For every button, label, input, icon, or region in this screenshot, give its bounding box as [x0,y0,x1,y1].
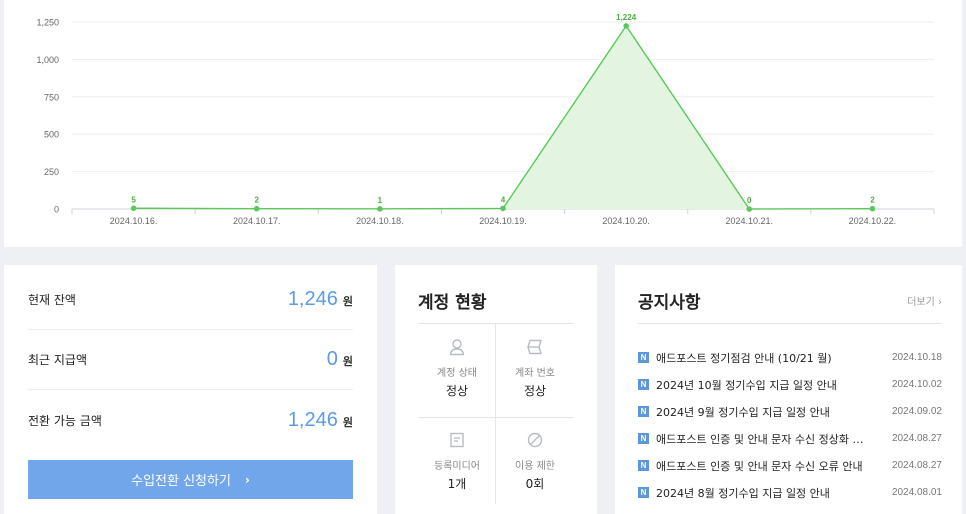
account-status-card: 계정 현황 계정 상태 정상 계좌 번호 정상 등록미디어 1개 이용 제한 0 [395,265,597,514]
user-icon [449,339,465,356]
notice-more-link[interactable]: 더보기 › [907,293,942,308]
usage-restriction-value: 0회 [525,477,545,491]
notice-list: N 애드포스트 정기점검 안내 (10/21 월) 2024.10.18 N 2… [638,344,942,506]
current-balance-unit: 원 [342,295,353,308]
daily-revenue-chart: 02505007501,0001,2502024.10.16. 2024.10.1… [36,13,935,226]
new-badge-icon: N [638,352,649,363]
notice-item-title[interactable]: 2024년 9월 정기수입 지급 일정 안내 [656,404,868,420]
bank-account-cell: 계좌 번호 정상 [496,324,574,417]
account-status-title: 계정 현황 [418,293,487,313]
convertible-amount-unit: 원 [342,415,353,429]
data-point [253,205,260,212]
divider [418,417,574,418]
current-balance-row: 현재 잔액 1,246 원 [28,270,353,330]
data-label: 4 [501,195,506,204]
notice-title: 공지사항 [638,293,701,313]
account-state-value: 정상 [445,384,469,398]
data-label: 1,224 [616,13,637,22]
notice-item[interactable]: N 애드포스트 인증 및 안내 문자 수신 오류 안내 2024.08.27 [638,452,942,479]
data-point [746,206,753,212]
account-state-cell: 계정 상태 정상 [418,324,496,417]
data-label: 0 [747,196,752,205]
x-tick-label: 2024.10.17. [233,216,281,226]
income-conversion-button[interactable]: 수입전환 신청하기 › [28,460,353,499]
convertible-amount-row: 전환 가능 금액 1,246 원 [28,390,353,450]
notice-item-date: 2024.08.27 [891,460,942,471]
notice-item[interactable]: N 2024년 10월 정기수입 지급 일정 안내 2024.10.02 [638,371,942,398]
recent-payout-label: 최근 지급액 [28,353,88,367]
recent-payout-row: 최근 지급액 0 원 [28,330,353,390]
bank-account-label: 계좌 번호 [515,368,555,379]
current-balance-value: 1,246 [287,288,338,310]
x-tick-label: 2024.10.18. [356,216,404,226]
convertible-amount-value: 1,246 [287,408,338,431]
new-badge-icon: N [638,433,649,444]
data-point [130,205,137,212]
y-tick-label: 250 [44,167,59,177]
chevron-right-icon: › [244,472,250,487]
y-tick-label: 1,250 [36,18,59,28]
notice-item-title[interactable]: 애드포스트 인증 및 안내 문자 수신 오류 안내 [656,458,868,474]
recent-payout-unit: 원 [342,355,353,368]
x-tick-label: 2024.10.21. [726,216,774,226]
notice-item-date: 2024.10.18 [891,352,942,363]
usage-restriction-cell: 이용 제한 0회 [496,417,574,510]
registered-media-value: 1개 [447,477,467,491]
y-tick-label: 0 [54,205,59,215]
new-badge-icon: N [638,406,649,417]
notice-card: 공지사항 더보기 › N 애드포스트 정기점검 안내 (10/21 월) 202… [615,265,962,514]
notice-item-date: 2024.09.02 [891,406,942,417]
balance-card: 현재 잔액 1,246 원 최근 지급액 0 원 전환 가능 금액 1,246 … [4,265,377,514]
x-tick-label: 2024.10.19. [479,216,527,226]
data-point [623,23,629,29]
data-point [500,205,506,212]
data-label: 5 [131,195,136,204]
data-label: 2 [254,196,259,205]
convertible-amount-label: 전환 가능 금액 [28,413,102,428]
notice-item[interactable]: N 2024년 9월 정기수입 지급 일정 안내 2024.09.02 [638,398,942,425]
usage-restriction-label: 이용 제한 [515,461,555,472]
divider [638,323,942,324]
x-tick-label: 2024.10.16. [110,216,158,226]
y-tick-label: 500 [44,130,59,140]
notice-item-date: 2024.10.02 [891,379,942,390]
y-tick-label: 1,000 [36,55,59,65]
account-state-label: 계정 상태 [437,368,477,379]
data-label: 2 [870,196,875,205]
notice-item[interactable]: N 애드포스트 인증 및 안내 문자 수신 정상화 … 2024.08.27 [638,425,942,452]
bank-account-value: 정상 [523,384,547,398]
bank-icon [527,339,542,355]
data-point [377,206,383,212]
notice-item[interactable]: N 애드포스트 정기점검 안내 (10/21 월) 2024.10.18 [638,344,942,371]
current-balance-label: 현재 잔액 [28,293,76,307]
notice-item-title[interactable]: 2024년 8월 정기수입 지급 일정 안내 [656,485,868,501]
series-line [133,24,873,210]
notice-item-date: 2024.08.27 [891,433,942,444]
x-tick-label: 2024.10.22. [849,216,897,226]
registered-media-cell: 등록미디어 1개 [418,417,496,510]
income-conversion-button-label: 수입전환 신청하기 [131,474,231,489]
registered-media-label: 등록미디어 [434,461,480,472]
daily-revenue-chart-card: 0 250 500 750 1,000 1,250 2024.10.16. 2024.10.1… [4,0,962,247]
new-badge-icon: N [638,460,649,471]
new-badge-icon: N [638,487,649,498]
notice-item-title[interactable]: 2024년 10월 정기수입 지급 일정 안내 [656,377,868,393]
data-point [869,205,876,212]
y-tick-label: 750 [44,92,59,102]
notice-item[interactable]: N 2024년 8월 정기수입 지급 일정 안내 2024.08.01 [638,479,942,506]
series-area [133,25,873,209]
divider [495,324,496,504]
ban-icon [527,432,543,448]
new-badge-icon: N [638,379,649,390]
data-label: 1 [378,196,383,205]
notice-item-title[interactable]: 애드포스트 정기점검 안내 (10/21 월) [656,350,868,366]
recent-payout-value: 0 [326,348,338,370]
notice-item-date: 2024.08.01 [891,487,942,498]
x-tick-label: 2024.10.20. [602,216,650,226]
media-icon [450,432,464,448]
notice-item-title[interactable]: 애드포스트 인증 및 안내 문자 수신 정상화 … [656,431,868,447]
